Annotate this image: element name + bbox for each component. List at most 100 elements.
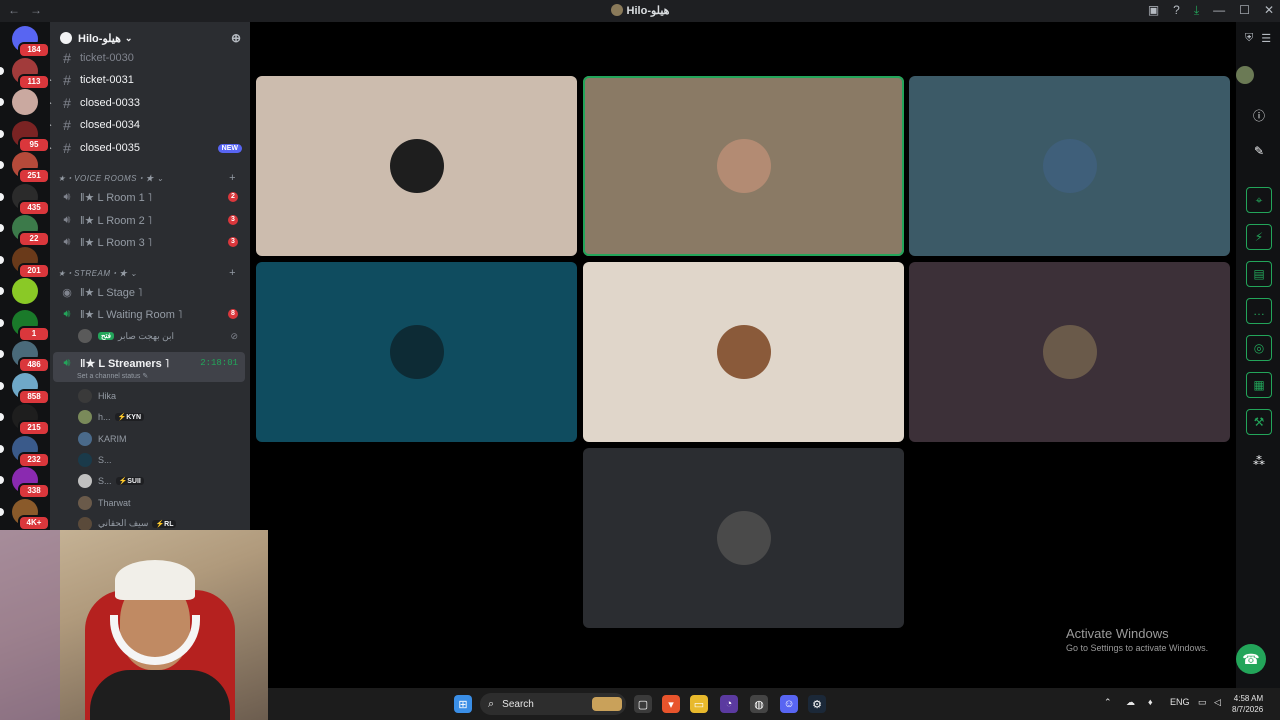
channel-name: ticket-0031 [80, 74, 134, 86]
unread-pill [0, 129, 4, 138]
lightning-icon[interactable]: ⚡︎ [1246, 224, 1272, 250]
server-icon[interactable]: 232 [0, 435, 50, 468]
download-icon[interactable]: ⤓ [1194, 3, 1199, 18]
video-tile[interactable] [256, 76, 577, 256]
avatar[interactable] [1236, 66, 1254, 84]
video-tile[interactable] [583, 262, 904, 442]
member-name: S... [98, 476, 112, 487]
menu-icon[interactable]: ☰ [1261, 32, 1271, 45]
info-icon[interactable]: ⓘ [1246, 102, 1272, 128]
server-icon[interactable]: 113 [0, 57, 50, 90]
search-highlight-image [592, 697, 622, 711]
broadcast-icon[interactable]: ◎ [1246, 335, 1272, 361]
discord-icon[interactable]: ☺ [780, 695, 798, 713]
server-icon [60, 32, 72, 44]
video-tile[interactable] [909, 262, 1230, 442]
app-icon[interactable]: ◔ [720, 695, 738, 713]
voice-member[interactable]: Hika [78, 387, 244, 405]
chat-icon[interactable]: … [1246, 298, 1272, 324]
category-voice-rooms[interactable]: ★・VOICE ROOMS・★ ⌄ + [58, 171, 242, 185]
voice-member[interactable]: KARIM [78, 430, 244, 448]
server-icon[interactable]: 858 [0, 372, 50, 405]
voice-room-2[interactable]: 🔊︎ ‖★ L Room 2 ˥ 3 [50, 209, 250, 231]
hash-icon: # [63, 72, 71, 88]
voice-member[interactable]: S... [78, 451, 244, 469]
taskbar-search[interactable]: ⌕ Search [480, 693, 626, 715]
inbox-icon[interactable]: ▣ [1148, 3, 1159, 18]
server-icon[interactable]: 4K+ [0, 498, 50, 531]
unread-pill [0, 413, 4, 421]
voice-room-3[interactable]: 🔊︎ ‖★ L Room 3 ˥ 3 [50, 231, 250, 253]
back-arrow-icon[interactable]: ← [8, 3, 20, 17]
clipboard-icon[interactable]: ▤ [1246, 261, 1272, 287]
unread-dot-icon: ▸ [50, 144, 52, 152]
wrench-icon[interactable]: ⚒ [1246, 409, 1272, 435]
server-name: Hilo-هيلو [78, 32, 121, 45]
server-icon[interactable] [0, 278, 38, 304]
onedrive-icon[interactable]: ☁ [1126, 697, 1135, 708]
language-indicator[interactable]: ENG [1170, 697, 1190, 707]
home-icon[interactable]: 184 [12, 26, 50, 58]
server-icon[interactable]: 22 [0, 215, 50, 247]
windows-start-icon[interactable]: ⊞ [454, 695, 472, 713]
add-channel-icon[interactable]: + [229, 172, 236, 184]
voice-member[interactable]: h... ⚡KYN [78, 408, 244, 426]
server-icon[interactable]: 95 [0, 120, 50, 153]
forward-arrow-icon[interactable]: → [30, 3, 42, 17]
add-channel-icon[interactable]: + [229, 267, 236, 279]
file-explorer-icon[interactable]: ▭ [690, 695, 708, 713]
server-icon[interactable]: 1 [0, 309, 50, 342]
support-chat-icon[interactable]: ☎ [1236, 644, 1266, 674]
video-tile[interactable] [256, 262, 577, 442]
microphone-icon[interactable]: ♦ [1148, 697, 1153, 707]
hash-icon: # [63, 95, 71, 111]
tray-chevron-icon[interactable]: ⌃ [1104, 697, 1112, 708]
network-icon[interactable]: ▭ [1198, 697, 1207, 708]
participant-avatar [1042, 325, 1097, 379]
steam-icon[interactable]: ⚙ [808, 695, 826, 713]
maximize-icon[interactable]: ☐ [1239, 3, 1250, 18]
unread-pill [0, 350, 4, 358]
voice-room-name: ‖★ L Room 3 ˥ [80, 236, 153, 249]
pencil-icon[interactable]: ✎ [1246, 138, 1272, 164]
close-icon[interactable]: ✕ [1264, 3, 1274, 18]
help-icon[interactable]: ? [1173, 3, 1180, 18]
screenshot-icon[interactable]: ⌖ [1246, 187, 1272, 213]
voice-member[interactable]: S... ⚡SUII [78, 472, 244, 490]
nodes-icon[interactable]: ⁂ [1246, 448, 1272, 474]
waiting-room[interactable]: 🔊︎ ‖★ L Waiting Room ˥ 8 [50, 303, 250, 325]
unread-dot-icon: ▸ [50, 121, 52, 129]
channel-closed-0034[interactable]: ▸ # closed-0034 [50, 114, 250, 136]
task-view-icon[interactable]: ▢ [634, 695, 652, 713]
minimize-icon[interactable]: — [1213, 3, 1225, 18]
server-icon[interactable]: 215 [0, 404, 50, 436]
channel-ticket-0030[interactable]: # ticket-0030 [50, 47, 250, 69]
volume-icon[interactable]: ◁ [1214, 697, 1221, 708]
chrome-icon[interactable]: ◍ [750, 695, 768, 713]
server-icon[interactable]: 201 [0, 246, 50, 279]
channel-closed-0035[interactable]: ▸ # closed-0035 NEW [50, 137, 250, 159]
channel-status[interactable]: Set a channel status ✎ [77, 372, 148, 380]
brave-browser-icon[interactable]: ▾ [662, 695, 680, 713]
server-icon[interactable] [0, 89, 38, 115]
media-icon[interactable]: ▦ [1246, 372, 1272, 398]
shield-icon[interactable]: ⛨ [1245, 32, 1253, 45]
invite-icon[interactable]: ⊕ [231, 31, 241, 45]
voice-member[interactable]: فتح ابن بهجت صابر ⊘ [78, 327, 244, 345]
video-tile[interactable] [583, 448, 904, 628]
server-icon[interactable]: 251 [0, 152, 50, 184]
voice-room-1[interactable]: 🔊︎ ‖★ L Room 1 ˥ 2 [50, 186, 250, 208]
voice-member[interactable]: Tharwat [78, 494, 244, 512]
category-stream[interactable]: ★・STREAM・★ ⌄ + [58, 266, 242, 280]
video-tile[interactable] [909, 76, 1230, 256]
streamers-channel[interactable]: 🔊︎ ‖★ L Streamers ˥ 2:18:01 [50, 352, 250, 374]
stage-channel[interactable]: ◉ ‖★ L Stage ˥ [50, 281, 250, 303]
channel-ticket-0031[interactable]: ▸ # ticket-0031 [50, 69, 250, 91]
video-tile[interactable] [583, 76, 904, 256]
server-icon[interactable]: 486 [0, 341, 50, 373]
channel-closed-0033[interactable]: ▸ # closed-0033 [50, 92, 250, 114]
clock[interactable]: 4:58 AM 8/7/2026 [1232, 693, 1263, 715]
server-icon[interactable]: 435 [0, 183, 50, 216]
date: 8/7/2026 [1232, 705, 1264, 714]
server-icon[interactable]: 338 [0, 467, 50, 499]
